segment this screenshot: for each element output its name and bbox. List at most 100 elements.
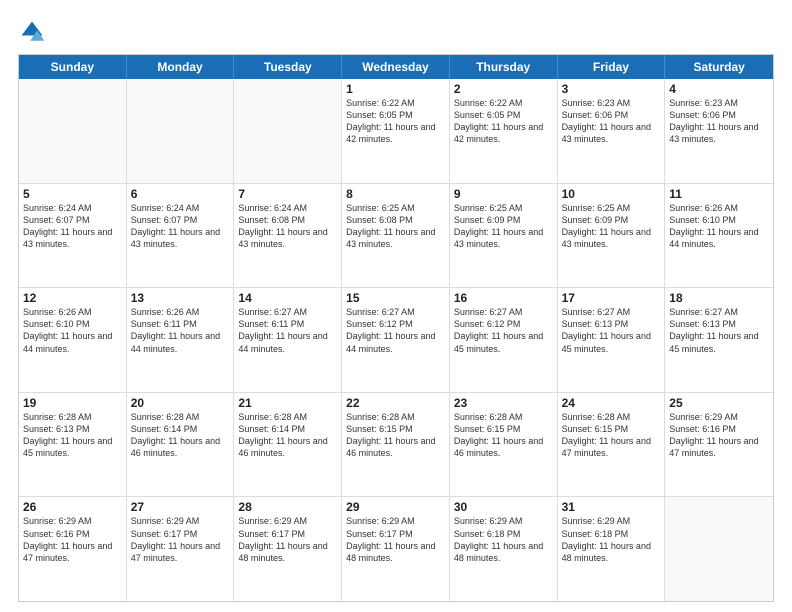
day-cell-3: 3Sunrise: 6:23 AMSunset: 6:06 PMDaylight… — [558, 79, 666, 183]
day-number: 24 — [562, 396, 661, 410]
header — [18, 18, 774, 46]
day-number: 15 — [346, 291, 445, 305]
day-number: 9 — [454, 187, 553, 201]
day-cell-18: 18Sunrise: 6:27 AMSunset: 6:13 PMDayligh… — [665, 288, 773, 392]
day-cell-23: 23Sunrise: 6:28 AMSunset: 6:15 PMDayligh… — [450, 393, 558, 497]
day-number: 21 — [238, 396, 337, 410]
day-number: 26 — [23, 500, 122, 514]
day-number: 11 — [669, 187, 769, 201]
day-info: Sunrise: 6:24 AMSunset: 6:07 PMDaylight:… — [131, 202, 230, 251]
day-info: Sunrise: 6:25 AMSunset: 6:09 PMDaylight:… — [562, 202, 661, 251]
day-info: Sunrise: 6:26 AMSunset: 6:10 PMDaylight:… — [669, 202, 769, 251]
weekday-header-sunday: Sunday — [19, 55, 127, 79]
calendar-row-3: 12Sunrise: 6:26 AMSunset: 6:10 PMDayligh… — [19, 288, 773, 393]
logo-icon — [18, 18, 46, 46]
day-cell-5: 5Sunrise: 6:24 AMSunset: 6:07 PMDaylight… — [19, 184, 127, 288]
day-number: 6 — [131, 187, 230, 201]
day-cell-6: 6Sunrise: 6:24 AMSunset: 6:07 PMDaylight… — [127, 184, 235, 288]
weekday-header-saturday: Saturday — [665, 55, 773, 79]
day-cell-22: 22Sunrise: 6:28 AMSunset: 6:15 PMDayligh… — [342, 393, 450, 497]
day-cell-24: 24Sunrise: 6:28 AMSunset: 6:15 PMDayligh… — [558, 393, 666, 497]
day-cell-19: 19Sunrise: 6:28 AMSunset: 6:13 PMDayligh… — [19, 393, 127, 497]
day-info: Sunrise: 6:23 AMSunset: 6:06 PMDaylight:… — [669, 97, 769, 146]
empty-cell — [19, 79, 127, 183]
day-info: Sunrise: 6:27 AMSunset: 6:13 PMDaylight:… — [669, 306, 769, 355]
day-number: 17 — [562, 291, 661, 305]
day-number: 7 — [238, 187, 337, 201]
day-info: Sunrise: 6:26 AMSunset: 6:10 PMDaylight:… — [23, 306, 122, 355]
day-number: 22 — [346, 396, 445, 410]
day-info: Sunrise: 6:23 AMSunset: 6:06 PMDaylight:… — [562, 97, 661, 146]
day-number: 29 — [346, 500, 445, 514]
day-number: 1 — [346, 82, 445, 96]
day-cell-30: 30Sunrise: 6:29 AMSunset: 6:18 PMDayligh… — [450, 497, 558, 601]
day-number: 8 — [346, 187, 445, 201]
day-number: 5 — [23, 187, 122, 201]
calendar-row-2: 5Sunrise: 6:24 AMSunset: 6:07 PMDaylight… — [19, 184, 773, 289]
weekday-header-thursday: Thursday — [450, 55, 558, 79]
day-info: Sunrise: 6:22 AMSunset: 6:05 PMDaylight:… — [454, 97, 553, 146]
day-number: 16 — [454, 291, 553, 305]
day-cell-10: 10Sunrise: 6:25 AMSunset: 6:09 PMDayligh… — [558, 184, 666, 288]
day-cell-27: 27Sunrise: 6:29 AMSunset: 6:17 PMDayligh… — [127, 497, 235, 601]
calendar-row-4: 19Sunrise: 6:28 AMSunset: 6:13 PMDayligh… — [19, 393, 773, 498]
day-cell-13: 13Sunrise: 6:26 AMSunset: 6:11 PMDayligh… — [127, 288, 235, 392]
day-cell-2: 2Sunrise: 6:22 AMSunset: 6:05 PMDaylight… — [450, 79, 558, 183]
day-number: 13 — [131, 291, 230, 305]
day-info: Sunrise: 6:29 AMSunset: 6:18 PMDaylight:… — [454, 515, 553, 564]
day-cell-1: 1Sunrise: 6:22 AMSunset: 6:05 PMDaylight… — [342, 79, 450, 183]
day-info: Sunrise: 6:28 AMSunset: 6:15 PMDaylight:… — [346, 411, 445, 460]
day-info: Sunrise: 6:29 AMSunset: 6:17 PMDaylight:… — [131, 515, 230, 564]
day-cell-31: 31Sunrise: 6:29 AMSunset: 6:18 PMDayligh… — [558, 497, 666, 601]
day-cell-15: 15Sunrise: 6:27 AMSunset: 6:12 PMDayligh… — [342, 288, 450, 392]
day-number: 30 — [454, 500, 553, 514]
day-cell-4: 4Sunrise: 6:23 AMSunset: 6:06 PMDaylight… — [665, 79, 773, 183]
day-info: Sunrise: 6:26 AMSunset: 6:11 PMDaylight:… — [131, 306, 230, 355]
day-cell-9: 9Sunrise: 6:25 AMSunset: 6:09 PMDaylight… — [450, 184, 558, 288]
calendar-header-row: SundayMondayTuesdayWednesdayThursdayFrid… — [19, 55, 773, 79]
day-number: 3 — [562, 82, 661, 96]
weekday-header-friday: Friday — [558, 55, 666, 79]
day-cell-14: 14Sunrise: 6:27 AMSunset: 6:11 PMDayligh… — [234, 288, 342, 392]
day-info: Sunrise: 6:22 AMSunset: 6:05 PMDaylight:… — [346, 97, 445, 146]
day-cell-16: 16Sunrise: 6:27 AMSunset: 6:12 PMDayligh… — [450, 288, 558, 392]
day-info: Sunrise: 6:25 AMSunset: 6:09 PMDaylight:… — [454, 202, 553, 251]
weekday-header-tuesday: Tuesday — [234, 55, 342, 79]
day-number: 23 — [454, 396, 553, 410]
day-number: 28 — [238, 500, 337, 514]
day-info: Sunrise: 6:27 AMSunset: 6:11 PMDaylight:… — [238, 306, 337, 355]
empty-cell — [665, 497, 773, 601]
day-number: 31 — [562, 500, 661, 514]
calendar-row-1: 1Sunrise: 6:22 AMSunset: 6:05 PMDaylight… — [19, 79, 773, 184]
day-cell-25: 25Sunrise: 6:29 AMSunset: 6:16 PMDayligh… — [665, 393, 773, 497]
weekday-header-wednesday: Wednesday — [342, 55, 450, 79]
day-number: 20 — [131, 396, 230, 410]
day-number: 25 — [669, 396, 769, 410]
day-number: 4 — [669, 82, 769, 96]
day-info: Sunrise: 6:28 AMSunset: 6:15 PMDaylight:… — [454, 411, 553, 460]
day-cell-8: 8Sunrise: 6:25 AMSunset: 6:08 PMDaylight… — [342, 184, 450, 288]
day-info: Sunrise: 6:28 AMSunset: 6:14 PMDaylight:… — [131, 411, 230, 460]
page: SundayMondayTuesdayWednesdayThursdayFrid… — [0, 0, 792, 612]
day-number: 18 — [669, 291, 769, 305]
day-cell-11: 11Sunrise: 6:26 AMSunset: 6:10 PMDayligh… — [665, 184, 773, 288]
day-cell-17: 17Sunrise: 6:27 AMSunset: 6:13 PMDayligh… — [558, 288, 666, 392]
day-info: Sunrise: 6:27 AMSunset: 6:12 PMDaylight:… — [454, 306, 553, 355]
day-info: Sunrise: 6:29 AMSunset: 6:18 PMDaylight:… — [562, 515, 661, 564]
day-cell-7: 7Sunrise: 6:24 AMSunset: 6:08 PMDaylight… — [234, 184, 342, 288]
day-cell-28: 28Sunrise: 6:29 AMSunset: 6:17 PMDayligh… — [234, 497, 342, 601]
day-cell-12: 12Sunrise: 6:26 AMSunset: 6:10 PMDayligh… — [19, 288, 127, 392]
day-number: 14 — [238, 291, 337, 305]
weekday-header-monday: Monday — [127, 55, 235, 79]
day-info: Sunrise: 6:29 AMSunset: 6:16 PMDaylight:… — [23, 515, 122, 564]
day-cell-26: 26Sunrise: 6:29 AMSunset: 6:16 PMDayligh… — [19, 497, 127, 601]
day-info: Sunrise: 6:25 AMSunset: 6:08 PMDaylight:… — [346, 202, 445, 251]
empty-cell — [234, 79, 342, 183]
calendar: SundayMondayTuesdayWednesdayThursdayFrid… — [18, 54, 774, 602]
day-info: Sunrise: 6:29 AMSunset: 6:16 PMDaylight:… — [669, 411, 769, 460]
day-info: Sunrise: 6:24 AMSunset: 6:07 PMDaylight:… — [23, 202, 122, 251]
day-info: Sunrise: 6:28 AMSunset: 6:13 PMDaylight:… — [23, 411, 122, 460]
day-info: Sunrise: 6:29 AMSunset: 6:17 PMDaylight:… — [346, 515, 445, 564]
day-info: Sunrise: 6:27 AMSunset: 6:12 PMDaylight:… — [346, 306, 445, 355]
day-number: 2 — [454, 82, 553, 96]
